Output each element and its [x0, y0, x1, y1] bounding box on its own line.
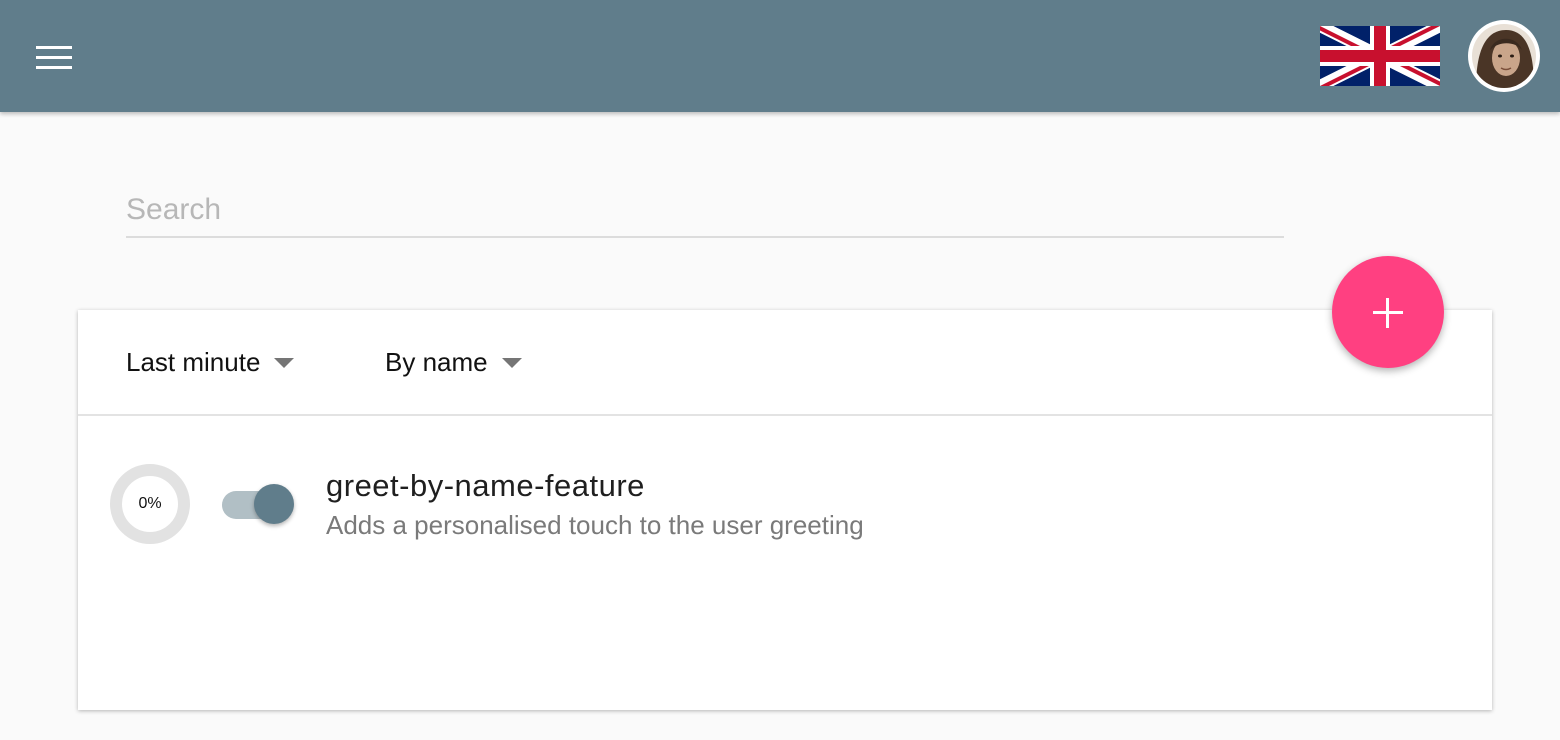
features-card: Last minute By name 0% greet-by-name-fea… — [78, 310, 1492, 710]
chevron-down-icon — [501, 358, 522, 368]
feature-name[interactable]: greet-by-name-feature — [326, 468, 645, 504]
menu-icon[interactable] — [36, 46, 72, 70]
toggle-thumb — [254, 484, 294, 524]
search-field — [126, 186, 1284, 238]
feature-description: Adds a personalised touch to the user gr… — [326, 510, 864, 540]
uk-flag-icon[interactable] — [1317, 20, 1443, 92]
sort-order-label: By name — [385, 346, 488, 377]
feature-toggle[interactable] — [222, 484, 296, 524]
progress-percent: 0% — [138, 495, 162, 512]
progress-ring: 0% — [110, 464, 190, 544]
user-avatar[interactable] — [1468, 20, 1540, 92]
app-bar — [0, 0, 1560, 112]
list-item: 0% greet-by-name-feature Adds a personal… — [78, 460, 1492, 550]
time-range-label: Last minute — [126, 346, 261, 377]
card-header: Last minute By name — [78, 310, 1492, 416]
time-range-dropdown[interactable]: Last minute — [126, 346, 295, 378]
sort-order-dropdown[interactable]: By name — [385, 346, 522, 378]
search-input[interactable] — [126, 186, 1284, 234]
chevron-down-icon — [274, 358, 295, 368]
add-feature-button[interactable] — [1332, 256, 1444, 368]
